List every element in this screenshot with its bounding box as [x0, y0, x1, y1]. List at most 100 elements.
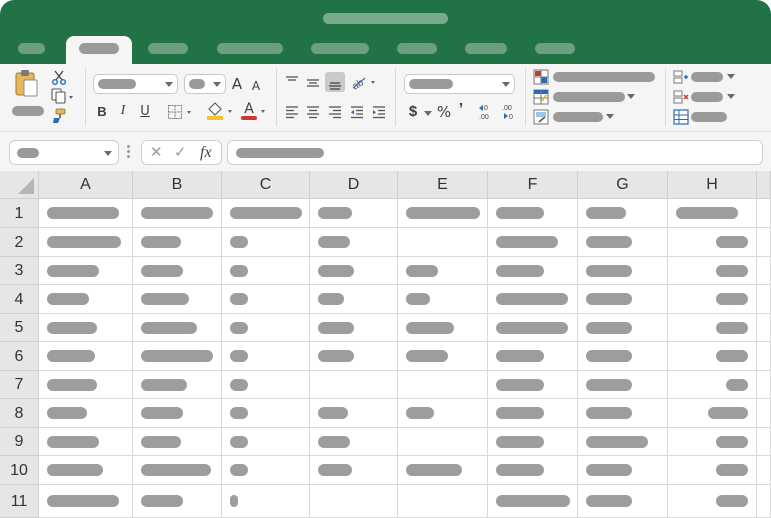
- row-header[interactable]: 1: [0, 199, 39, 228]
- cell[interactable]: [578, 428, 668, 456]
- underline-button[interactable]: U: [138, 104, 152, 120]
- cell[interactable]: [398, 314, 488, 342]
- cell[interactable]: [488, 199, 578, 228]
- cell[interactable]: [310, 456, 398, 485]
- cell[interactable]: [39, 199, 133, 228]
- cell[interactable]: [222, 257, 310, 285]
- decrease-font-size-icon[interactable]: A: [250, 78, 262, 94]
- cell[interactable]: [668, 314, 757, 342]
- tab-file[interactable]: [18, 43, 45, 54]
- cell[interactable]: [578, 257, 668, 285]
- cell[interactable]: [39, 285, 133, 314]
- cell[interactable]: [310, 199, 398, 228]
- cell[interactable]: [39, 257, 133, 285]
- cell[interactable]: [133, 257, 222, 285]
- cell[interactable]: [310, 485, 398, 518]
- comma-style-button[interactable]: ’: [456, 102, 466, 118]
- cell[interactable]: [398, 485, 488, 518]
- decrease-indent-icon[interactable]: [349, 104, 365, 120]
- row-header[interactable]: 11: [0, 485, 39, 518]
- conditional-format-icon[interactable]: [533, 69, 549, 85]
- align-bottom-icon[interactable]: [325, 72, 345, 92]
- currency-button[interactable]: $: [406, 104, 420, 120]
- cell[interactable]: [133, 314, 222, 342]
- tab-view[interactable]: [535, 43, 575, 54]
- insert-function-icon[interactable]: fx: [200, 144, 212, 161]
- cell[interactable]: [757, 342, 771, 371]
- cell[interactable]: [578, 456, 668, 485]
- cancel-icon[interactable]: ✕: [150, 144, 163, 161]
- number-format-dropdown[interactable]: [404, 74, 515, 94]
- align-top-icon[interactable]: [284, 74, 300, 90]
- row-header[interactable]: 2: [0, 228, 39, 257]
- cell[interactable]: [488, 314, 578, 342]
- cut-icon[interactable]: [51, 69, 67, 85]
- cell[interactable]: [39, 314, 133, 342]
- cell[interactable]: [39, 371, 133, 399]
- cell[interactable]: [222, 485, 310, 518]
- cell[interactable]: [578, 399, 668, 428]
- cell[interactable]: [39, 228, 133, 257]
- row-header[interactable]: 9: [0, 428, 39, 456]
- cell[interactable]: [222, 342, 310, 371]
- cell[interactable]: [488, 285, 578, 314]
- orientation-icon[interactable]: ab: [350, 74, 378, 92]
- decrease-decimal-icon[interactable]: .00 0: [499, 102, 519, 122]
- column-header[interactable]: F: [488, 171, 578, 199]
- font-name-dropdown[interactable]: [93, 74, 178, 94]
- cell[interactable]: [668, 399, 757, 428]
- column-header[interactable]: [757, 171, 771, 199]
- increase-decimal-icon[interactable]: 0.00: [477, 102, 497, 122]
- cell[interactable]: [222, 285, 310, 314]
- cell[interactable]: [488, 342, 578, 371]
- format-painter-icon[interactable]: [51, 108, 67, 124]
- cell[interactable]: [133, 428, 222, 456]
- enter-icon[interactable]: ✓: [174, 144, 187, 161]
- row-header[interactable]: 4: [0, 285, 39, 314]
- cell[interactable]: [578, 314, 668, 342]
- cell[interactable]: [398, 399, 488, 428]
- cell[interactable]: [222, 456, 310, 485]
- cell[interactable]: [398, 199, 488, 228]
- tab-data[interactable]: [397, 43, 437, 54]
- cell[interactable]: [222, 228, 310, 257]
- column-header[interactable]: G: [578, 171, 668, 199]
- cell[interactable]: [39, 399, 133, 428]
- cell[interactable]: [398, 342, 488, 371]
- column-header[interactable]: H: [668, 171, 757, 199]
- format-cells-icon[interactable]: [673, 109, 689, 125]
- select-all-button[interactable]: [0, 171, 39, 199]
- increase-indent-icon[interactable]: [371, 104, 387, 120]
- cell[interactable]: [39, 456, 133, 485]
- fill-color-icon[interactable]: [205, 101, 235, 121]
- formula-bar-grip-icon[interactable]: [127, 145, 130, 159]
- cell[interactable]: [133, 199, 222, 228]
- cell[interactable]: [668, 456, 757, 485]
- row-header[interactable]: 3: [0, 257, 39, 285]
- cell[interactable]: [398, 285, 488, 314]
- cell[interactable]: [310, 285, 398, 314]
- cell[interactable]: [310, 428, 398, 456]
- row-header[interactable]: 5: [0, 314, 39, 342]
- tab-insert[interactable]: [148, 43, 188, 54]
- cell[interactable]: [668, 285, 757, 314]
- cell[interactable]: [133, 285, 222, 314]
- cell[interactable]: [310, 228, 398, 257]
- cell-styles-caret-icon[interactable]: [606, 114, 614, 119]
- cell[interactable]: [668, 199, 757, 228]
- cell[interactable]: [310, 371, 398, 399]
- cell[interactable]: [222, 428, 310, 456]
- cell[interactable]: [757, 199, 771, 228]
- cell[interactable]: [488, 399, 578, 428]
- percent-button[interactable]: %: [436, 104, 452, 120]
- name-box[interactable]: [9, 140, 119, 165]
- cell[interactable]: [133, 456, 222, 485]
- delete-cells-icon[interactable]: [673, 89, 689, 105]
- copy-icon[interactable]: [51, 88, 77, 104]
- cell[interactable]: [310, 342, 398, 371]
- cell[interactable]: [39, 485, 133, 518]
- borders-icon[interactable]: [167, 104, 195, 120]
- cell[interactable]: [578, 342, 668, 371]
- cell[interactable]: [133, 342, 222, 371]
- cell[interactable]: [398, 371, 488, 399]
